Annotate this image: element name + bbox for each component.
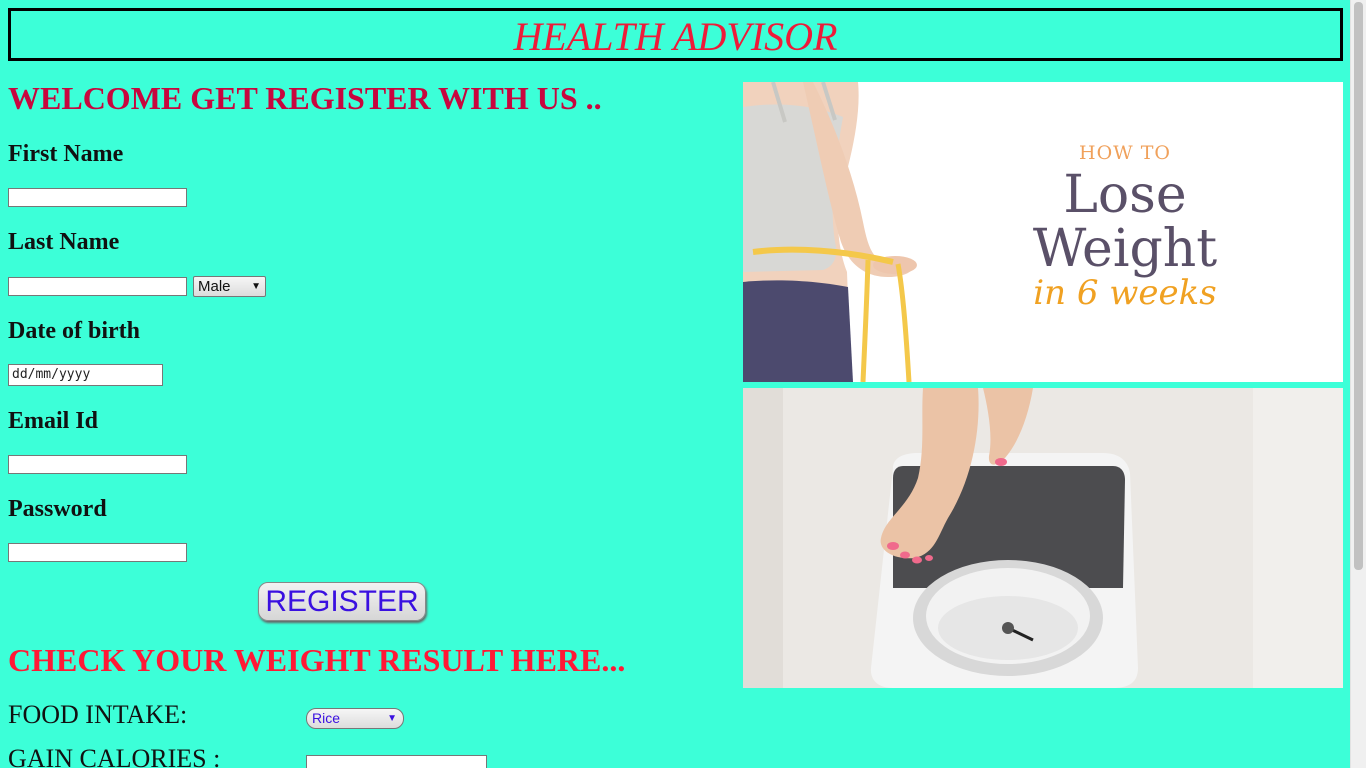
food-intake-label: FOOD INTAKE: — [8, 700, 188, 729]
dob-input[interactable]: dd/mm/yyyy — [8, 364, 163, 386]
vertical-scrollbar[interactable] — [1350, 0, 1366, 768]
bathroom-scale-image — [743, 388, 1343, 688]
password-input[interactable] — [8, 543, 187, 562]
promo-line-4: in 6 weeks — [1033, 273, 1216, 313]
register-heading: WELCOME GET REGISTER WITH US .. — [8, 80, 602, 116]
gain-calories-input[interactable] — [306, 755, 487, 768]
food-intake-value: Rice — [312, 710, 341, 726]
first-name-label: First Name — [8, 141, 124, 167]
email-input[interactable] — [8, 455, 187, 474]
password-label: Password — [8, 496, 107, 522]
site-title: HEALTH ADVISOR — [513, 14, 838, 59]
weight-check-heading: CHECK YOUR WEIGHT RESULT HERE... — [8, 642, 626, 678]
dob-label: Date of birth — [8, 318, 140, 344]
email-label: Email Id — [8, 408, 99, 434]
promo-line-1: HOW TO — [1079, 142, 1171, 164]
chevron-down-icon: ▼ — [387, 713, 397, 724]
gender-select[interactable]: Male ▼ — [193, 276, 266, 297]
lose-weight-promo-image: HOW TO Lose Weight in 6 weeks — [743, 82, 1343, 382]
dob-placeholder: dd/mm/yyyy — [12, 367, 91, 382]
register-button[interactable]: REGISTER — [258, 582, 426, 621]
scrollbar-thumb[interactable] — [1354, 2, 1363, 570]
food-intake-select[interactable]: Rice ▼ — [306, 708, 404, 729]
page: HEALTH ADVISOR WELCOME GET REGISTER WITH… — [0, 0, 1366, 768]
last-name-input[interactable] — [8, 277, 187, 296]
gender-select-value: Male — [198, 278, 231, 295]
last-name-label: Last Name — [8, 229, 120, 255]
site-header: HEALTH ADVISOR — [8, 8, 1343, 61]
promo-line-2: Lose — [1063, 165, 1186, 225]
promo-line-3: Weight — [1033, 219, 1217, 279]
gain-calories-label: GAIN CALORIES : — [8, 744, 221, 768]
chevron-down-icon: ▼ — [251, 281, 261, 292]
first-name-input[interactable] — [8, 188, 187, 207]
